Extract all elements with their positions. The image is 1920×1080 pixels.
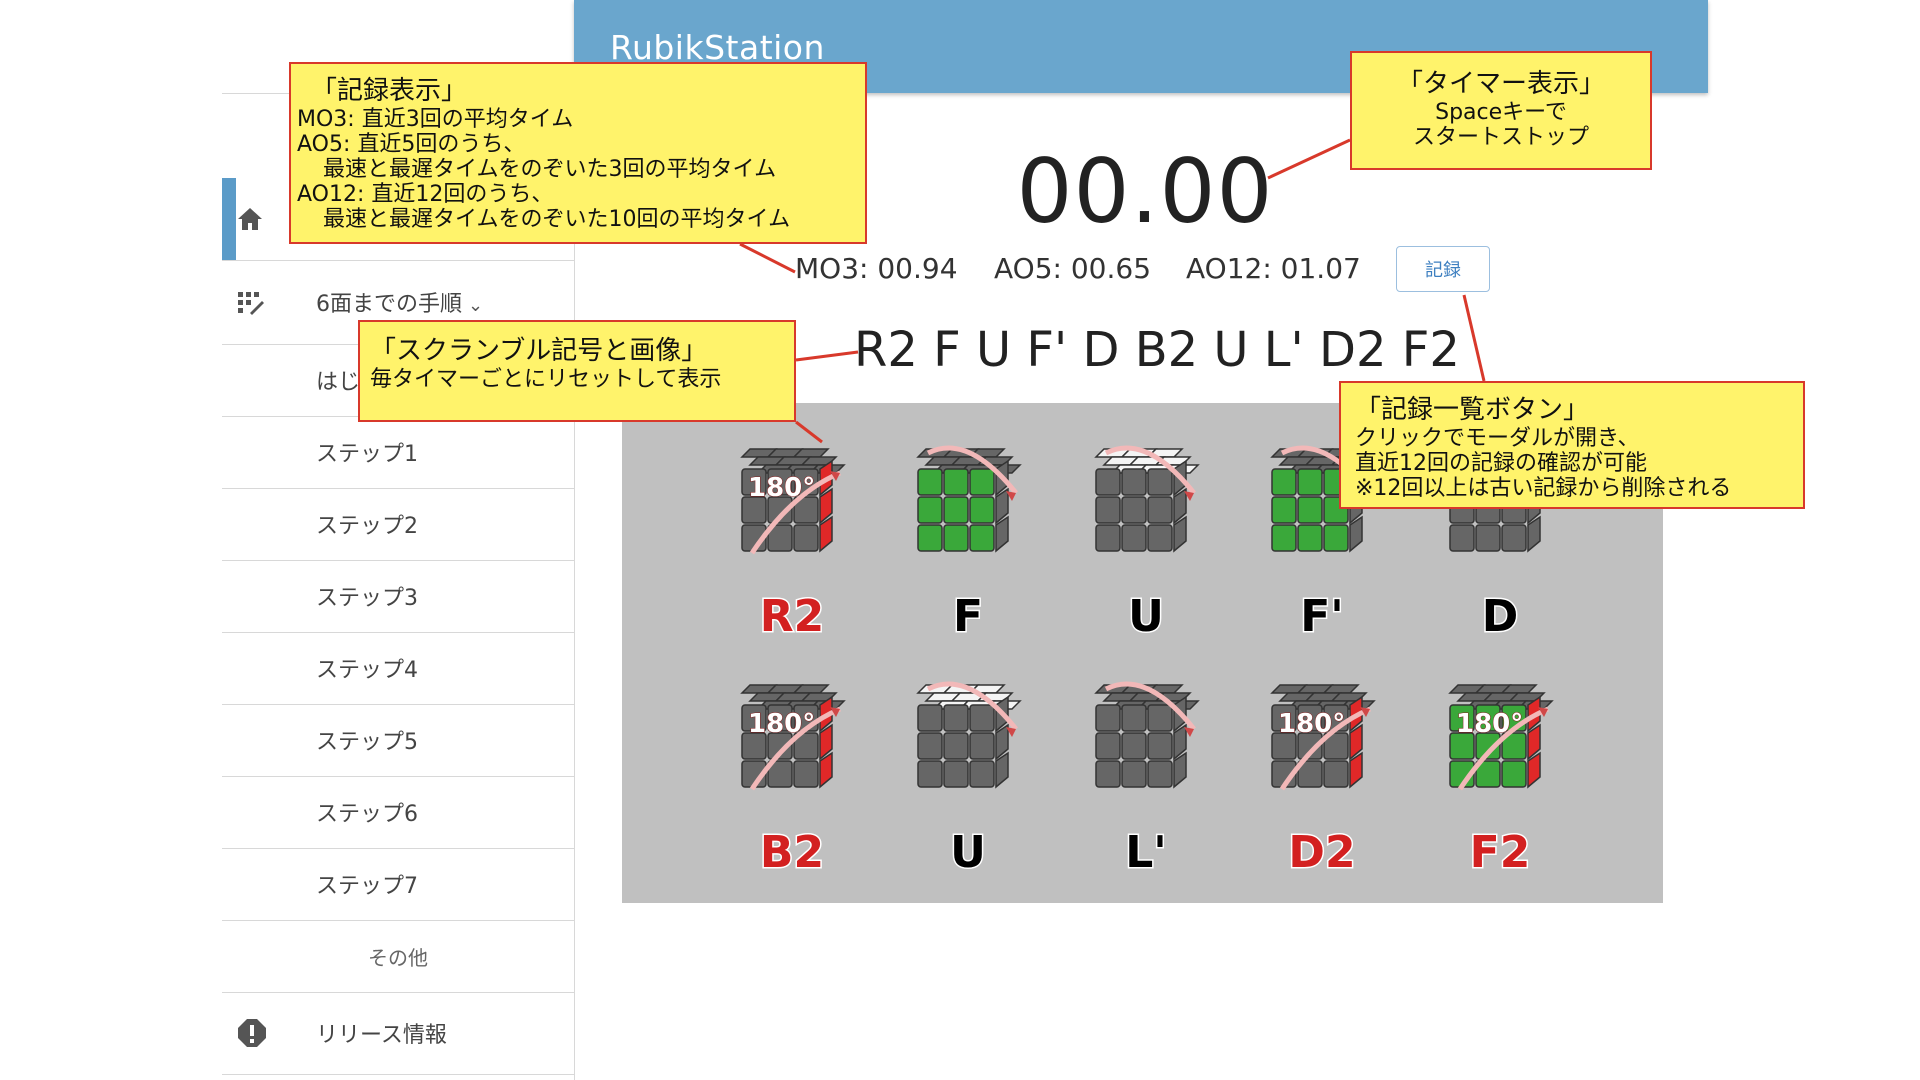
callout-line: 最速と最遅タイムをのぞいた3回の平均タイム [323,157,777,182]
callout-line: 毎タイマーごとにリセットして表示 [370,367,722,392]
callout-line: クリックでモーダルが開き、 [1355,426,1640,451]
callout-title: 「記録表示」 [311,76,468,106]
callout-line: ※12回以上は古い記録から削除される [1355,476,1732,501]
callout-line: AO5: 直近5回のうち、 [297,132,526,157]
records-callout: 「記録表示」 MO3: 直近3回の平均タイム AO5: 直近5回のうち、 最速と… [289,62,867,244]
callout-line: Spaceキーで [1435,100,1567,125]
callout-line: MO3: 直近3回の平均タイム [297,107,574,132]
callout-line: スタートストップ [1412,125,1589,150]
callout-title: 「スクランブル記号と画像」 [370,336,708,366]
records-list-callout: 「記録一覧ボタン」 クリックでモーダルが開き、 直近12回の記録の確認が可能 ※… [1339,381,1805,509]
scramble-callout: 「スクランブル記号と画像」 毎タイマーごとにリセットして表示 [358,320,796,422]
callout-title: 「タイマー表示」 [1396,69,1605,99]
callout-title: 「記録一覧ボタン」 [1355,395,1590,425]
callout-line: AO12: 直近12回のうち、 [297,182,554,207]
callout-line: 直近12回の記録の確認が可能 [1355,451,1647,476]
timer-callout: 「タイマー表示」 Spaceキーで スタートストップ [1350,51,1652,170]
callout-line: 最速と最遅タイムをのぞいた10回の平均タイム [323,207,791,232]
